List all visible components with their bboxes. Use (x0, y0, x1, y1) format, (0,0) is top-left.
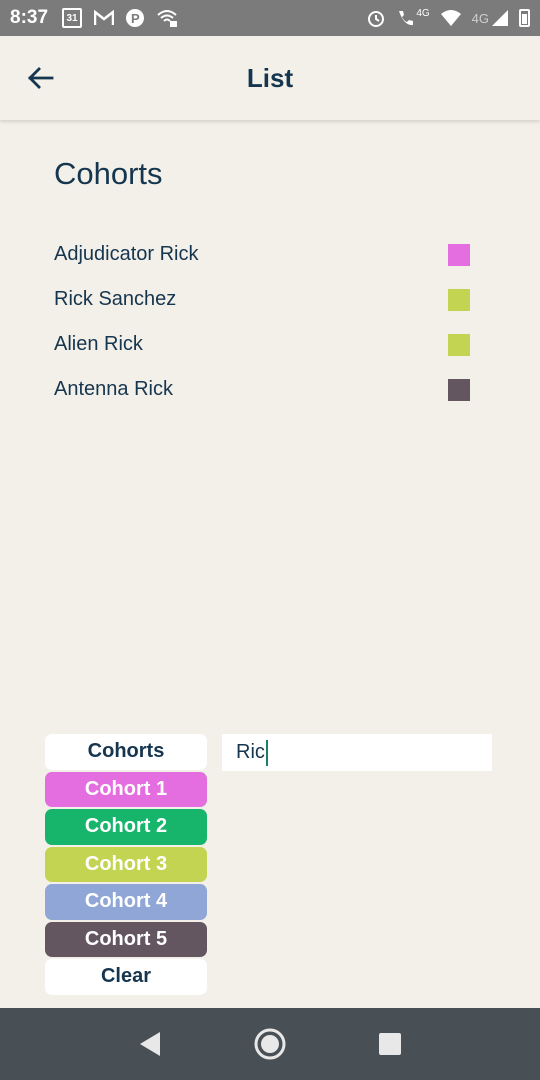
cohort-3-button[interactable]: Cohort 3 (45, 846, 207, 882)
page-title: List (246, 62, 294, 93)
list-item[interactable]: Antenna Rick (54, 367, 474, 412)
svg-text:P: P (131, 11, 140, 26)
list-item[interactable]: Alien Rick (54, 322, 474, 367)
network-type-label: 4G (471, 10, 489, 26)
back-button[interactable] (22, 60, 58, 96)
cohort-color-swatch (448, 333, 470, 356)
alarm-icon (366, 8, 386, 28)
list-item[interactable]: Rick Sanchez (54, 277, 474, 322)
navigation-bar (0, 1008, 540, 1080)
search-input[interactable]: Ric (222, 734, 492, 771)
wifi-hotspot-icon (156, 9, 178, 27)
cohort-5-button[interactable]: Cohort 5 (45, 921, 207, 957)
app-bar: List (0, 36, 540, 120)
nav-recents-button[interactable] (370, 1024, 410, 1064)
cohort-2-button[interactable]: Cohort 2 (45, 809, 207, 845)
cohort-color-swatch (448, 288, 470, 311)
circle-home-icon (254, 1028, 286, 1060)
wifi-icon (440, 10, 462, 26)
battery-icon (519, 9, 530, 27)
cohort-list: Adjudicator Rick Rick Sanchez Alien Rick… (54, 232, 474, 412)
notification-icons: 31 P (62, 8, 178, 28)
parking-icon: P (126, 8, 145, 28)
gmail-icon (94, 10, 115, 26)
calendar-icon: 31 (62, 8, 83, 28)
arrow-back-icon (28, 67, 54, 89)
signal-4g-label: 4G (416, 7, 430, 19)
cohort-1-button[interactable]: Cohort 1 (45, 771, 207, 807)
cohorts-filter-button[interactable]: Cohorts (45, 734, 207, 770)
section-title: Cohorts (54, 156, 163, 191)
square-recents-icon (379, 1033, 401, 1055)
cohort-color-swatch (448, 378, 470, 401)
volte-call-icon (396, 9, 414, 27)
clear-button[interactable]: Clear (45, 959, 207, 995)
cohort-4-button[interactable]: Cohort 4 (45, 884, 207, 920)
cohort-color-swatch (448, 243, 470, 266)
search-input-value: Ric (236, 741, 265, 763)
list-item-name: Adjudicator Rick (54, 243, 199, 265)
list-item-name: Alien Rick (54, 333, 143, 355)
list-item-name: Rick Sanchez (54, 288, 177, 310)
system-icons: 4G 4G (366, 8, 530, 28)
list-item-name: Antenna Rick (54, 378, 173, 400)
text-cursor (265, 739, 268, 766)
status-bar: 8:37 31 P 4G 4G (0, 0, 540, 36)
cell-signal-icon (491, 9, 509, 27)
nav-back-button[interactable] (130, 1024, 170, 1064)
cohort-filter-panel: Cohorts Cohort 1 Cohort 2 Cohort 3 Cohor… (45, 734, 207, 995)
status-time: 8:37 (10, 7, 49, 28)
list-item[interactable]: Adjudicator Rick (54, 232, 474, 277)
nav-home-button[interactable] (250, 1024, 290, 1064)
triangle-back-icon (140, 1032, 160, 1056)
